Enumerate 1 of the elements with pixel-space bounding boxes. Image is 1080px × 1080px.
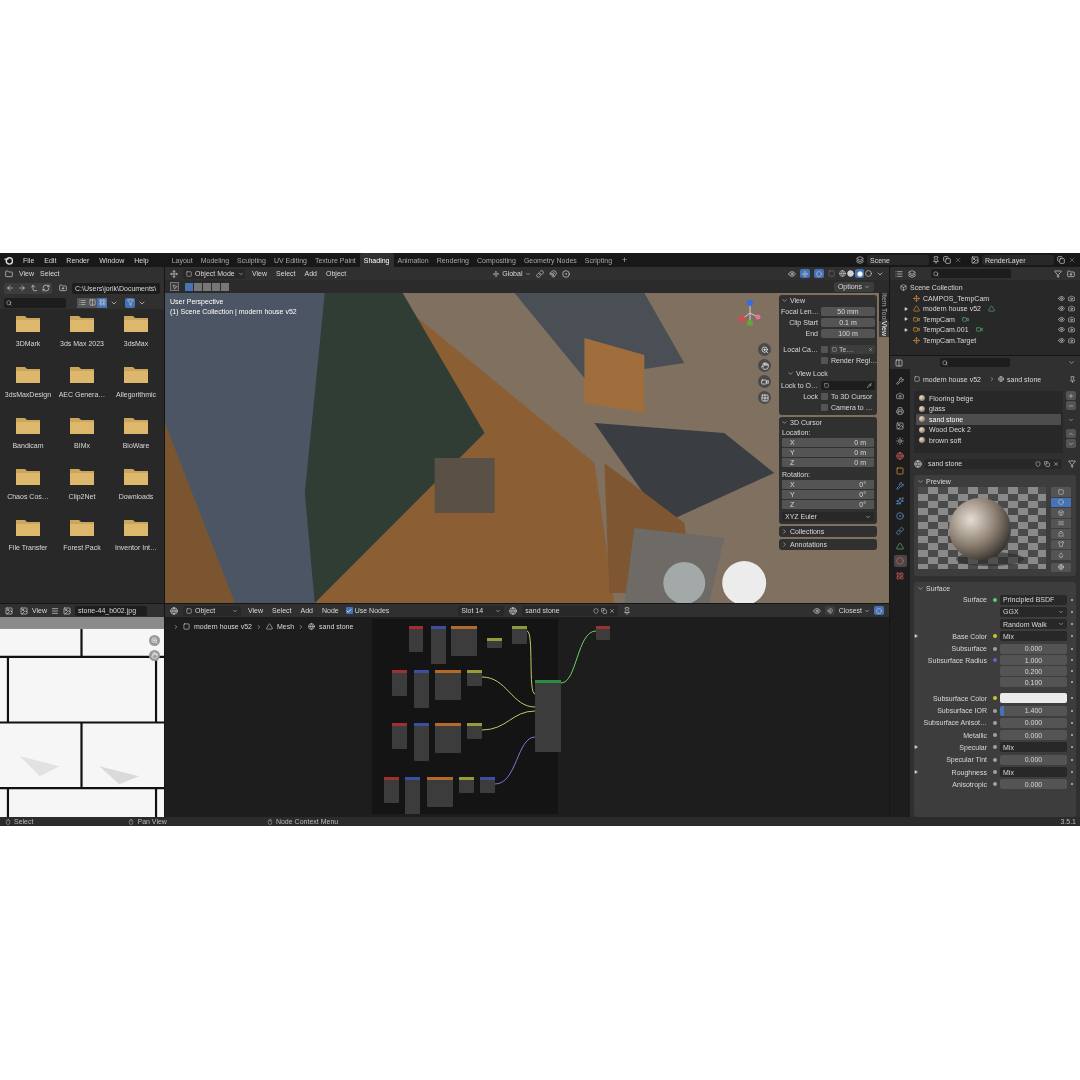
add-workspace-button[interactable]: + [619,255,631,265]
